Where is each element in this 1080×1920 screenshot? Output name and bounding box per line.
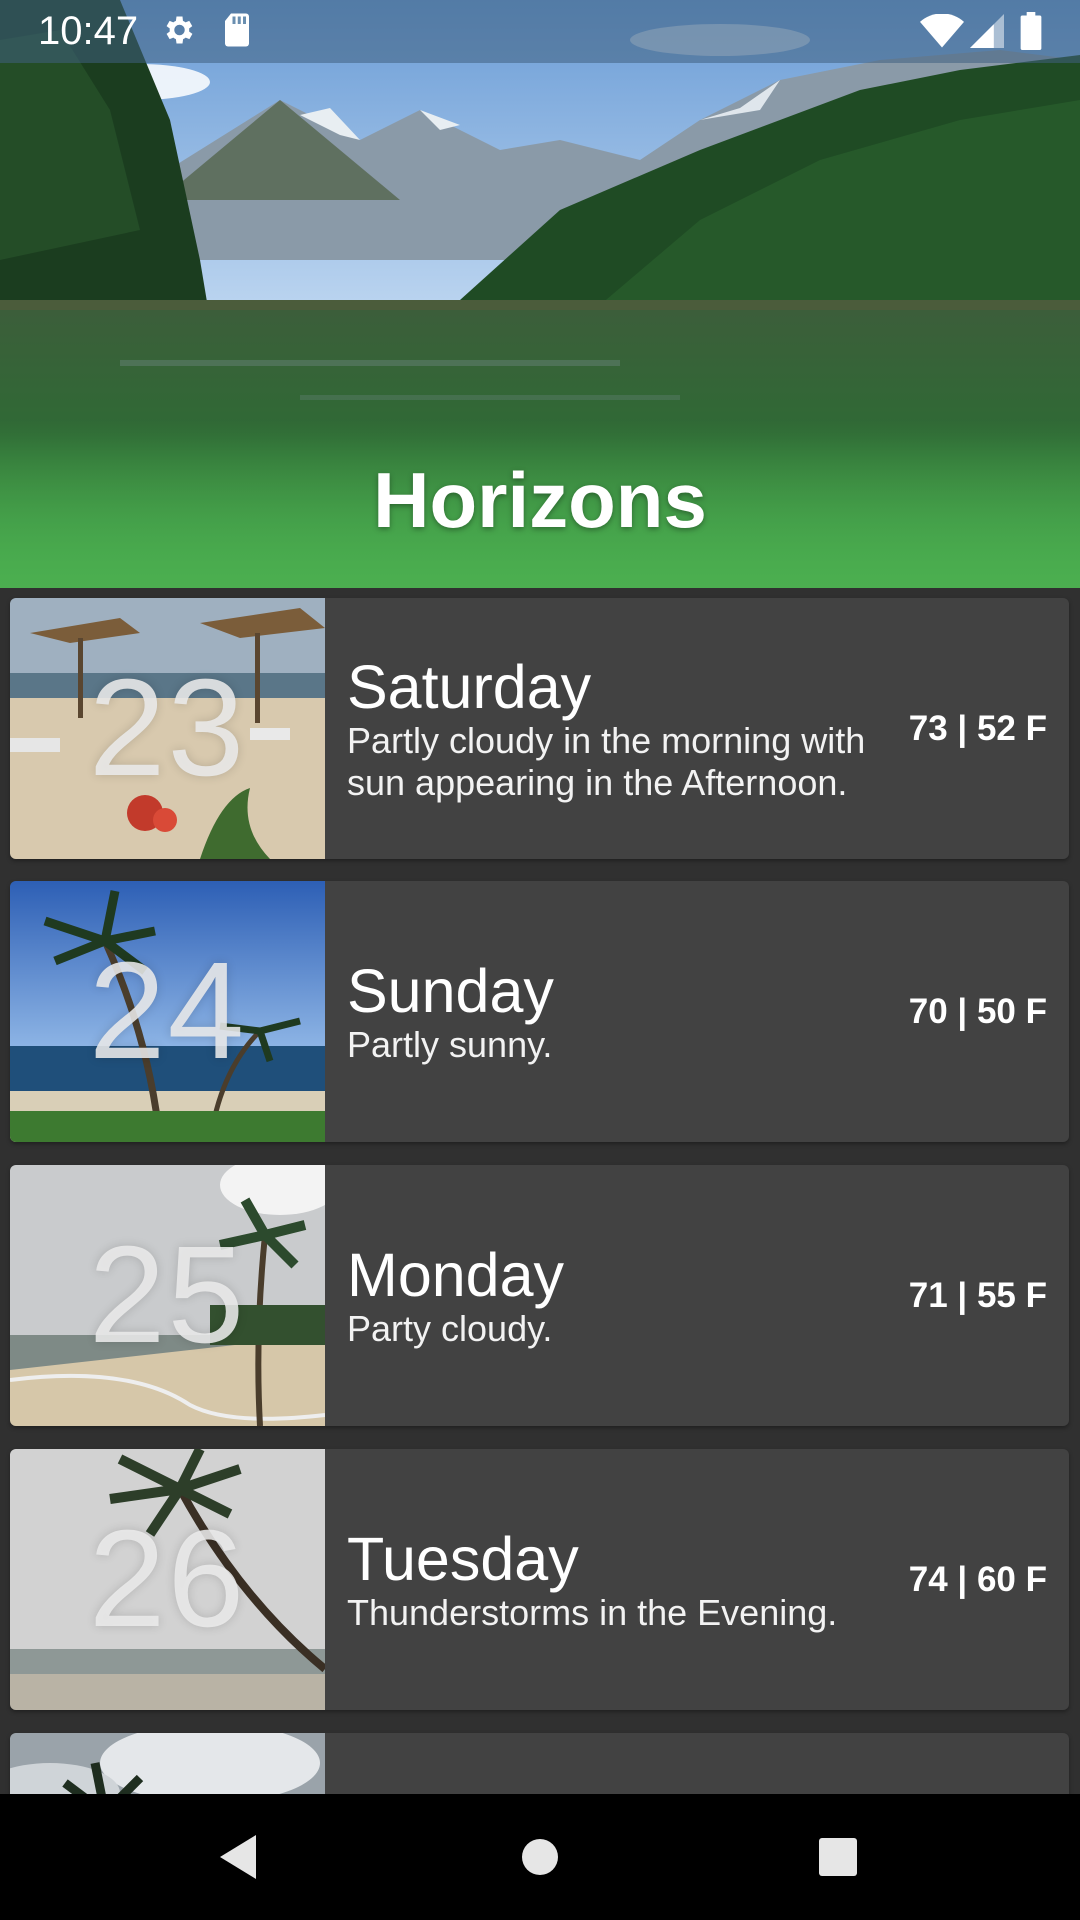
forecast-date: 26 [88, 1502, 247, 1656]
navigation-bar [0, 1794, 1080, 1920]
forecast-description: Party cloudy. [347, 1307, 553, 1349]
sd-card-icon [225, 13, 249, 47]
forecast-card[interactable] [10, 1733, 1069, 1794]
forecast-temperature: 73 | 52 F [908, 708, 1047, 748]
app-title: Horizons [373, 456, 707, 544]
forecast-photo: 24 [10, 881, 325, 1142]
forecast-card[interactable]: 26 Tuesday Thunderstorms in the Evening.… [10, 1449, 1069, 1710]
back-button[interactable] [178, 1794, 298, 1920]
recents-icon [819, 1838, 857, 1876]
forecast-temperature: 74 | 60 F [908, 1559, 1047, 1599]
wifi-icon [920, 14, 964, 48]
forecast-date [10, 1733, 325, 1794]
forecast-card[interactable]: 23 Saturday Partly cloudy in the morning… [10, 598, 1069, 859]
forecast-temperature: 71 | 55 F [908, 1275, 1047, 1315]
forecast-photo [10, 1733, 325, 1794]
status-time: 10:47 [38, 9, 139, 53]
forecast-day: Saturday [347, 652, 592, 721]
forecast-card[interactable]: 24 Sunday Partly sunny. 70 | 50 F [10, 881, 1069, 1142]
forecast-photo: 26 [10, 1449, 325, 1710]
forecast-list[interactable]: 23 Saturday Partly cloudy in the morning… [0, 588, 1080, 1794]
forecast-photo: 23 [10, 598, 325, 859]
header: Horizons [0, 0, 1080, 588]
forecast-date: 25 [88, 1218, 247, 1372]
forecast-day: Monday [347, 1240, 565, 1309]
cell-signal-icon [970, 14, 1004, 48]
forecast-card[interactable]: 25 Monday Party cloudy. 71 | 55 F [10, 1165, 1069, 1426]
forecast-date: 23 [88, 651, 247, 805]
forecast-day: Sunday [347, 956, 554, 1025]
battery-icon [1020, 12, 1042, 50]
forecast-description: Partly cloudy in the morning with sun ap… [347, 719, 866, 803]
forecast-description: Partly sunny. [347, 1023, 553, 1065]
forecast-description: Thunderstorms in the Evening. [347, 1591, 838, 1633]
home-button[interactable] [480, 1794, 600, 1920]
forecast-day: Tuesday [347, 1524, 579, 1593]
home-icon [522, 1839, 558, 1875]
status-bar: 10:47 [0, 0, 1080, 63]
recents-button[interactable] [778, 1794, 898, 1920]
forecast-photo: 25 [10, 1165, 325, 1426]
back-icon [220, 1835, 256, 1879]
forecast-date: 24 [88, 934, 247, 1088]
settings-icon [166, 16, 193, 44]
forecast-temperature: 70 | 50 F [908, 991, 1047, 1031]
